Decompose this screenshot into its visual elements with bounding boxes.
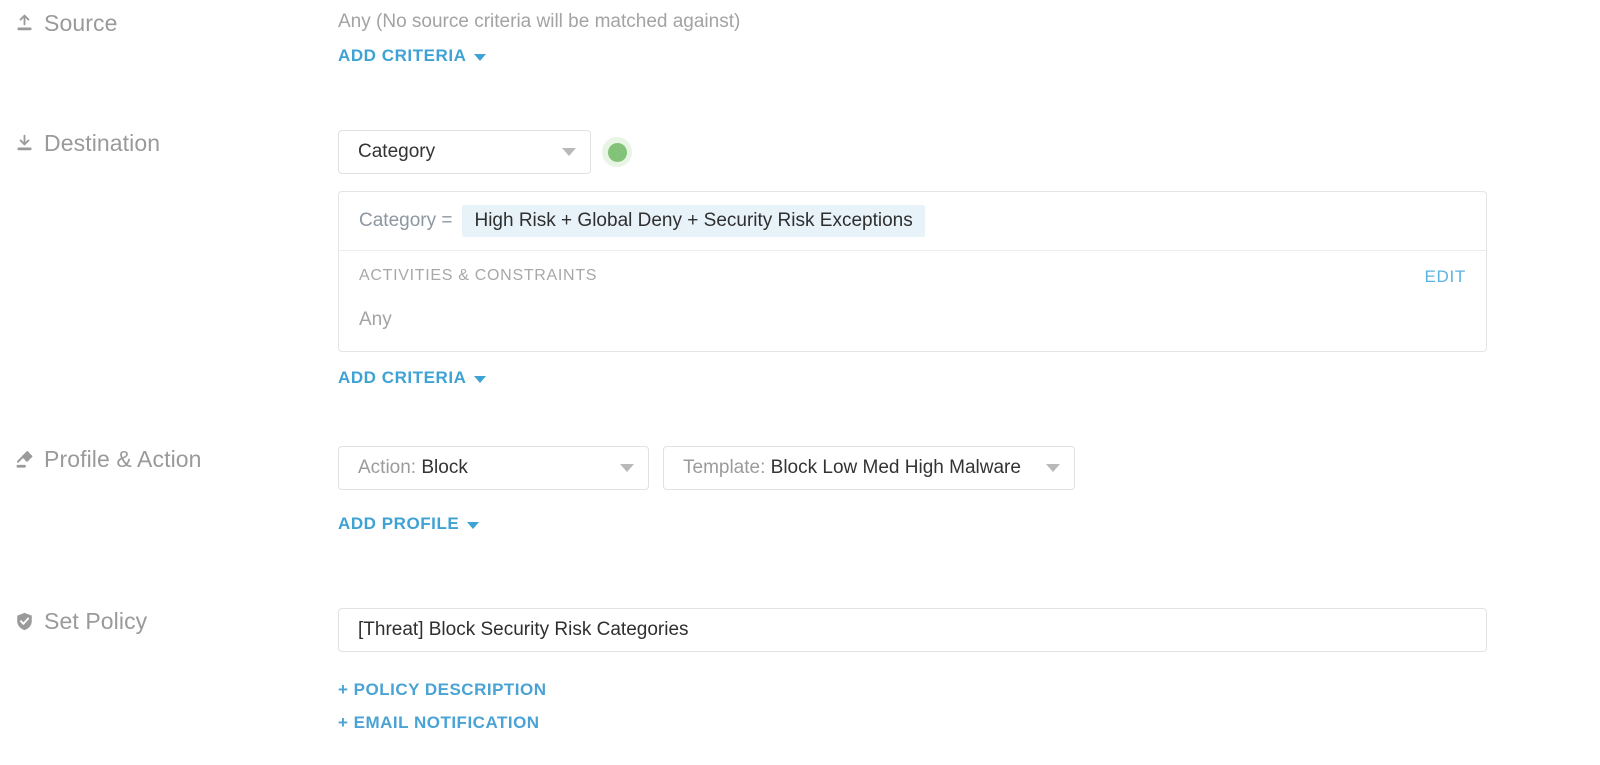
activities-constraints-header: ACTIVITIES & CONSTRAINTS <box>359 267 598 284</box>
add-profile-button[interactable]: ADD PROFILE <box>338 514 480 534</box>
destination-type-select[interactable]: Category <box>338 130 591 174</box>
criteria-value-chip[interactable]: High Risk + Global Deny + Security Risk … <box>462 205 925 237</box>
activities-edit-button[interactable]: EDIT <box>1424 267 1466 287</box>
chevron-down-icon <box>620 464 634 472</box>
chevron-down-icon <box>474 53 487 61</box>
destination-section-label: Destination <box>14 130 160 157</box>
template-select-prefix: Template: <box>683 457 766 478</box>
add-profile-label: ADD PROFILE <box>338 514 460 533</box>
chevron-down-icon <box>562 148 576 156</box>
destination-add-criteria-label: ADD CRITERIA <box>338 368 467 387</box>
email-notification-button[interactable]: + EMAIL NOTIFICATION <box>338 713 1487 733</box>
chevron-down-icon <box>1046 464 1060 472</box>
source-body: Any (No source criteria will be matched … <box>338 10 740 66</box>
action-select-text: Action: Block <box>358 457 604 479</box>
gavel-icon <box>14 449 35 470</box>
action-select-prefix: Action: <box>358 457 417 478</box>
criteria-row[interactable]: Category = High Risk + Global Deny + Sec… <box>339 192 1486 251</box>
source-section-label: Source <box>14 10 117 37</box>
destination-type-row: Category <box>338 130 1487 174</box>
activities-constraints-value: Any <box>359 309 392 330</box>
chevron-down-icon <box>474 375 487 383</box>
upload-icon <box>14 13 35 34</box>
set-policy-body: + POLICY DESCRIPTION + EMAIL NOTIFICATIO… <box>338 608 1487 733</box>
shield-check-icon <box>14 611 35 632</box>
destination-label-text: Destination <box>44 130 161 156</box>
destination-add-criteria-button[interactable]: ADD CRITERIA <box>338 368 487 388</box>
template-select-text: Template: Block Low Med High Malware <box>683 457 1030 479</box>
profile-action-label-text: Profile & Action <box>44 446 202 472</box>
status-dot <box>607 142 627 162</box>
action-select-value: Block <box>421 457 468 478</box>
source-label-text: Source <box>44 10 118 36</box>
activities-constraints-block: ACTIVITIES & CONSTRAINTS EDIT Any <box>339 251 1486 351</box>
profile-action-selects-row: Action: Block Template: Block Low Med Hi… <box>338 446 1075 490</box>
destination-body: Category Category = High Risk + Global D… <box>338 130 1487 388</box>
set-policy-label-text: Set Policy <box>44 608 148 634</box>
source-add-criteria-button[interactable]: ADD CRITERIA <box>338 46 487 66</box>
download-icon <box>14 133 35 154</box>
action-select[interactable]: Action: Block <box>338 446 649 490</box>
destination-status-indicator <box>602 137 632 167</box>
chevron-down-icon <box>467 521 480 529</box>
policy-description-button[interactable]: + POLICY DESCRIPTION <box>338 680 1487 700</box>
destination-type-value: Category <box>358 141 436 162</box>
profile-action-body: Action: Block Template: Block Low Med Hi… <box>338 446 1075 534</box>
profile-action-section-label: Profile & Action <box>14 446 202 473</box>
source-add-criteria-label: ADD CRITERIA <box>338 46 467 65</box>
set-policy-section-label: Set Policy <box>14 608 147 635</box>
template-select-value: Block Low Med High Malware <box>770 457 1021 478</box>
source-any-text: Any (No source criteria will be matched … <box>338 11 741 32</box>
template-select[interactable]: Template: Block Low Med High Malware <box>663 446 1075 490</box>
criteria-key: Category = <box>359 210 453 231</box>
policy-name-input[interactable] <box>338 608 1487 652</box>
destination-criteria-card: Category = High Risk + Global Deny + Sec… <box>338 191 1487 352</box>
